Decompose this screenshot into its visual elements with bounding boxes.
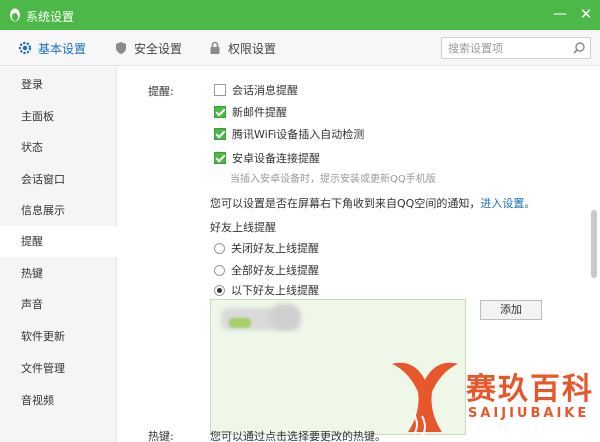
- checkbox[interactable]: [214, 84, 226, 96]
- enter-settings-link[interactable]: 进入设置。: [480, 197, 535, 210]
- option-label: 安卓设备连接提醒: [232, 152, 320, 165]
- radio-label: 全部好友上线提醒: [231, 264, 319, 277]
- radio-label: 以下好友上线提醒: [231, 284, 319, 297]
- radio-selected-friend-online[interactable]: 以下好友上线提醒: [214, 282, 319, 298]
- radio-close-friend-online[interactable]: 关闭好友上线提醒: [214, 240, 319, 256]
- settings-sidebar: 登录 主面板 状态 会话窗口 信息展示 提醒 热键 声音 软件更新 文件管理 音…: [0, 67, 117, 442]
- add-friend-button[interactable]: 添加: [480, 300, 542, 320]
- checkbox-checked[interactable]: [214, 106, 226, 118]
- radio-button-selected[interactable]: [214, 284, 225, 296]
- sidebar-item-hotkey[interactable]: 热键: [0, 258, 117, 289]
- lock-icon: [210, 41, 220, 54]
- friend-online-title: 好友上线提醒: [210, 221, 276, 234]
- android-hint-text: 当插入安卓设备时，提示安装或更新QQ手机版: [230, 174, 436, 185]
- sidebar-item-login[interactable]: 登录: [0, 69, 117, 100]
- tab-security-settings[interactable]: 安全设置: [114, 30, 182, 66]
- tab-label: 权限设置: [228, 41, 277, 56]
- shield-icon: [116, 42, 126, 54]
- watermark-subtitle: SAIJIUBAIKE: [468, 406, 590, 421]
- radio-button[interactable]: [214, 242, 225, 254]
- option-chat-message-reminder[interactable]: 会话消息提醒: [214, 82, 298, 98]
- tab-basic-settings[interactable]: 基本设置: [18, 30, 86, 66]
- search-input[interactable]: [442, 38, 562, 58]
- option-label: 腾讯WiFi设备插入自动检测: [232, 128, 365, 141]
- sidebar-item-chat-window[interactable]: 会话窗口: [0, 164, 117, 195]
- tab-label: 基本设置: [38, 41, 87, 56]
- checkbox-checked[interactable]: [214, 128, 226, 140]
- blurred-friend-avatar: [229, 318, 251, 328]
- penguin-icon: [10, 8, 20, 22]
- watermark-logo: 赛玖百科 SAIJIUBAIKE: [388, 356, 600, 442]
- reminder-section-label: 提醒:: [148, 85, 174, 98]
- tab-label: 安全设置: [134, 41, 183, 56]
- sidebar-item-reminder[interactable]: 提醒: [0, 226, 117, 257]
- minimize-button[interactable]: —: [552, 6, 568, 22]
- notify-desc-text: 您可以设置是否在屏幕右下角收到来自QQ空间的通知，: [210, 197, 481, 210]
- sidebar-item-file-management[interactable]: 文件管理: [0, 353, 117, 384]
- window-title: 系统设置: [26, 10, 75, 24]
- hotkey-section-label: 热键:: [148, 430, 174, 442]
- hotkey-description: 您可以通过点击选择要更改的热键。: [210, 430, 386, 442]
- whale-tail-icon: [392, 362, 458, 437]
- option-label: 新邮件提醒: [232, 106, 287, 119]
- title-bar: 系统设置 — ✕: [0, 0, 600, 30]
- sidebar-item-sound[interactable]: 声音: [0, 289, 117, 320]
- radio-button[interactable]: [214, 264, 225, 276]
- checkbox-checked[interactable]: [214, 152, 226, 164]
- sidebar-item-status[interactable]: 状态: [0, 132, 117, 163]
- sidebar-item-software-update[interactable]: 软件更新: [0, 321, 117, 352]
- blurred-friend-entry: [271, 304, 299, 330]
- tab-permission-settings[interactable]: 权限设置: [208, 30, 276, 66]
- close-button[interactable]: ✕: [578, 6, 594, 22]
- sidebar-item-audio-video[interactable]: 音视频: [0, 385, 117, 416]
- option-android-connect-reminder[interactable]: 安卓设备连接提醒: [214, 150, 320, 166]
- scrollbar-thumb[interactable]: [591, 210, 597, 278]
- radio-label: 关闭好友上线提醒: [231, 242, 319, 255]
- option-new-mail-reminder[interactable]: 新邮件提醒: [214, 104, 287, 120]
- sidebar-item-main-panel[interactable]: 主面板: [0, 101, 117, 132]
- radio-all-friend-online[interactable]: 全部好友上线提醒: [214, 262, 319, 278]
- tab-bar: 基本设置 安全设置 权限设置: [0, 30, 600, 66]
- watermark-title: 赛玖百科: [466, 372, 594, 407]
- search-icon[interactable]: [572, 41, 586, 55]
- sidebar-item-info-display[interactable]: 信息展示: [0, 195, 117, 226]
- search-box: [441, 37, 591, 59]
- gear-icon: [18, 41, 32, 55]
- qzone-notify-description: 您可以设置是否在屏幕右下角收到来自QQ空间的通知，进入设置。: [210, 195, 535, 211]
- option-wifi-device-detect[interactable]: 腾讯WiFi设备插入自动检测: [214, 126, 364, 142]
- option-label: 会话消息提醒: [232, 84, 298, 97]
- settings-window: 系统设置 — ✕ 基本设置 安全设置 权限设置 搜索设置项 登录 主面板 状态 …: [0, 0, 600, 442]
